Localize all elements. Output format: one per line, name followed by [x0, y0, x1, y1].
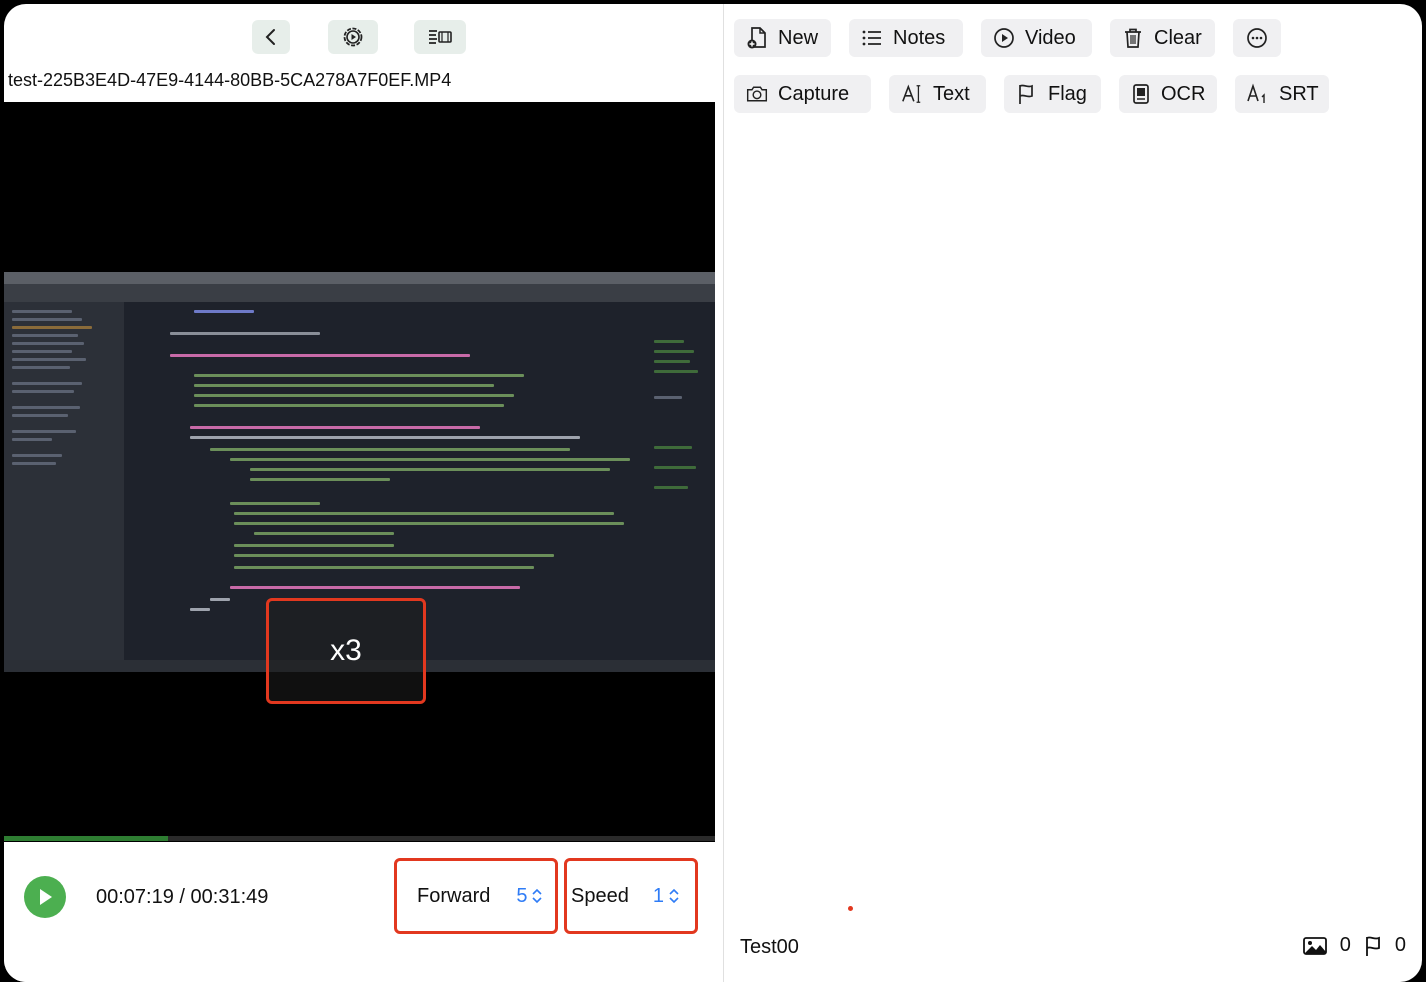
- progress-fill: [4, 836, 168, 841]
- up-down-chevron-icon[interactable]: [668, 887, 680, 905]
- notes-label: Notes: [893, 26, 946, 49]
- new-document-icon: [746, 27, 768, 49]
- image-icon: [1302, 936, 1327, 955]
- speed-label: Speed: [571, 884, 629, 907]
- recording-indicator: [848, 906, 853, 911]
- chevron-left-icon: [265, 29, 275, 45]
- notes-pane: New Notes Video Clear Capture Text Flag …: [724, 4, 1422, 982]
- speed-overlay: x3: [266, 598, 426, 704]
- app-window: test-225B3E4D-47E9-4144-80BB-5CA278A7F0E…: [4, 4, 1422, 982]
- ocr-button[interactable]: OCR: [1119, 75, 1217, 113]
- video-label: Video: [1025, 26, 1076, 49]
- forward-stepper[interactable]: Forward 5: [394, 858, 558, 934]
- play-button[interactable]: [24, 876, 66, 918]
- gear-play-icon: [343, 27, 363, 47]
- player-pane: test-225B3E4D-47E9-4144-80BB-5CA278A7F0E…: [4, 4, 720, 982]
- flag-count: 0: [1394, 934, 1406, 956]
- session-name: Test00: [740, 936, 799, 958]
- video-filename: test-225B3E4D-47E9-4144-80BB-5CA278A7F0E…: [8, 70, 452, 90]
- ocr-label: OCR: [1161, 82, 1206, 105]
- play-icon: [40, 889, 52, 905]
- list-film-icon: [429, 30, 452, 44]
- progress-bar[interactable]: [4, 836, 715, 841]
- video-button[interactable]: Video: [981, 19, 1092, 57]
- subtitle-icon: [1247, 83, 1269, 105]
- new-button[interactable]: New: [734, 19, 831, 57]
- more-button[interactable]: [1233, 19, 1281, 57]
- forward-value: 5: [516, 884, 528, 907]
- new-label: New: [778, 26, 819, 49]
- play-circle-icon: [993, 27, 1015, 49]
- clear-label: Clear: [1154, 26, 1202, 49]
- srt-button[interactable]: SRT: [1235, 75, 1329, 113]
- more-icon: [1246, 27, 1268, 49]
- clear-button[interactable]: Clear: [1110, 19, 1215, 57]
- up-down-chevron-icon[interactable]: [531, 887, 543, 905]
- camera-icon: [746, 83, 768, 105]
- image-count: 0: [1339, 934, 1351, 956]
- forward-label: Forward: [417, 884, 491, 907]
- time-display: 00:07:19 / 00:31:49: [96, 886, 269, 908]
- speed-value: 1: [652, 884, 664, 907]
- trash-icon: [1122, 27, 1144, 49]
- list-icon: [861, 27, 883, 49]
- back-button[interactable]: [252, 20, 290, 54]
- video-content: x3: [4, 272, 715, 704]
- settings-button[interactable]: [328, 20, 378, 54]
- capture-button[interactable]: Capture: [734, 75, 871, 113]
- speed-overlay-text: x3: [330, 634, 362, 667]
- playback-controls: 00:07:19 / 00:31:49 Forward 5 Speed 1: [4, 842, 720, 982]
- capture-label: Capture: [778, 82, 850, 105]
- text-label: Text: [933, 82, 970, 105]
- chapters-button[interactable]: [414, 20, 466, 54]
- flag-icon: [1016, 83, 1038, 105]
- counts-bar: 0 0: [1302, 934, 1406, 957]
- ocr-icon: [1131, 83, 1151, 105]
- flag-button[interactable]: Flag: [1004, 75, 1101, 113]
- srt-label: SRT: [1279, 82, 1319, 105]
- notes-button[interactable]: Notes: [849, 19, 963, 57]
- flag-label: Flag: [1048, 82, 1087, 105]
- video-frame[interactable]: x3: [4, 102, 715, 842]
- text-button[interactable]: Text: [889, 75, 986, 113]
- flag-icon: [1365, 936, 1380, 956]
- speed-stepper[interactable]: Speed 1: [564, 858, 698, 934]
- text-cursor-icon: [901, 83, 923, 105]
